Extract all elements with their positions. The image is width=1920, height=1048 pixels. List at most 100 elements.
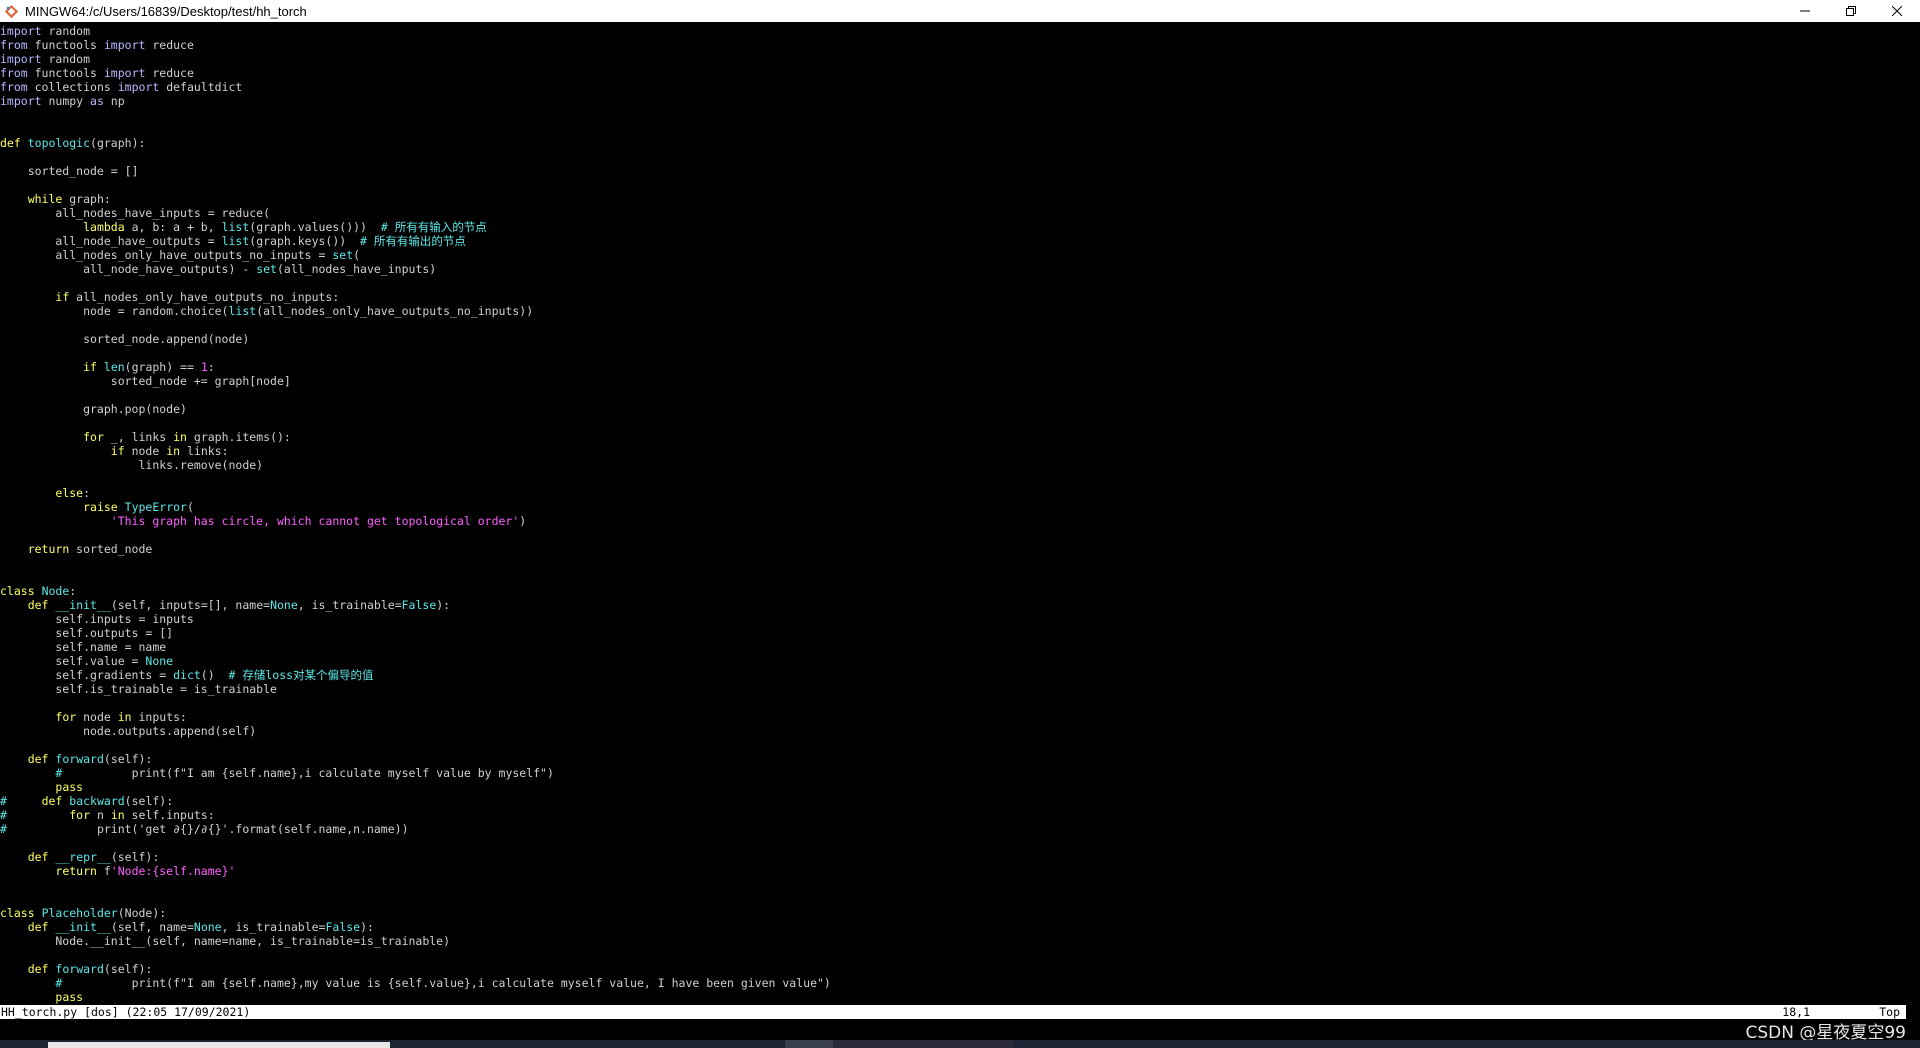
vim-editor-buffer[interactable]: import random from functools import reduc…: [0, 24, 1906, 1004]
code-line: self.gradients = dict() # 存储loss对某个偏导的值: [0, 668, 1906, 682]
code-token: n: [90, 808, 111, 822]
scrollbar[interactable]: [1906, 22, 1920, 1006]
code-token: 1: [200, 360, 208, 374]
code-line: # for n in self.inputs:: [0, 808, 1906, 822]
title-bar[interactable]: MINGW64:/c/Users/16839/Desktop/test/hh_t…: [0, 0, 1920, 22]
taskbar: [0, 1040, 1920, 1048]
code-line: ​: [0, 122, 1906, 136]
code-line: import numpy as np: [0, 94, 1906, 108]
code-token: list: [221, 220, 250, 234]
code-token: (self, inputs=[], name=: [110, 598, 271, 612]
code-token: graph.pop(node): [0, 402, 187, 416]
code-line: ​: [0, 346, 1906, 360]
code-line: raise TypeError(: [0, 500, 1906, 514]
taskbar-item[interactable]: [785, 1040, 833, 1048]
code-token: print(f"I am {self.name},my value is {se…: [62, 976, 831, 990]
code-token: (): [200, 668, 229, 682]
code-line: pass: [0, 990, 1906, 1004]
code-token: False: [325, 920, 361, 934]
minimize-button[interactable]: [1782, 0, 1828, 22]
close-button[interactable]: [1874, 0, 1920, 22]
code-token: from: [0, 66, 28, 80]
code-line: while graph:: [0, 192, 1906, 206]
mingw-app-icon: [4, 4, 19, 18]
code-token: forward: [55, 752, 104, 766]
code-token: from: [0, 38, 28, 52]
code-token: , is_trainable=: [221, 920, 326, 934]
code-token: in: [173, 430, 187, 444]
code-line: def __init__(self, inputs=[], name=None,…: [0, 598, 1906, 612]
code-token: # 存储loss对某个偏导的值: [228, 668, 374, 682]
code-line: ​: [0, 878, 1906, 892]
code-line: ​: [0, 738, 1906, 752]
code-line: ​: [0, 528, 1906, 542]
code-token: all_nodes_have_inputs = reduce(: [0, 206, 271, 220]
code-line: def topologic(graph):: [0, 136, 1906, 150]
code-token: lambda: [83, 220, 125, 234]
code-token: as: [90, 94, 104, 108]
code-token: np: [103, 94, 125, 108]
taskbar-item[interactable]: [833, 1040, 1013, 1048]
code-token: else: [55, 486, 84, 500]
code-token: in: [166, 444, 181, 458]
code-line: return f'Node:{self.name}': [0, 864, 1906, 878]
code-token: (self, name=: [110, 920, 194, 934]
code-line: def forward(self):: [0, 752, 1906, 766]
code-token: graph:: [62, 192, 111, 206]
code-token: False: [401, 598, 437, 612]
code-token: import: [117, 80, 160, 94]
code-token: , is_trainable=: [297, 598, 402, 612]
restore-button[interactable]: [1828, 0, 1874, 22]
code-line: ​: [0, 276, 1906, 290]
code-token: Placeholder: [41, 906, 118, 920]
taskbar-item[interactable]: [48, 1042, 390, 1048]
code-token: print(f"I am {self.name},i calculate mys…: [62, 766, 554, 780]
code-token: import: [103, 38, 146, 52]
code-token: f: [96, 864, 111, 878]
code-line: ​: [0, 836, 1906, 850]
code-line: Node.__init__(self, name=name, is_traina…: [0, 934, 1906, 948]
code-token: if: [83, 360, 97, 374]
code-token: functools: [27, 66, 104, 80]
code-line: self.inputs = inputs: [0, 612, 1906, 626]
code-line: self.outputs = []: [0, 626, 1906, 640]
vim-command-line[interactable]: [0, 1019, 1906, 1035]
code-line: if all_nodes_only_have_outputs_no_inputs…: [0, 290, 1906, 304]
code-line: node = random.choice(list(all_nodes_only…: [0, 304, 1906, 318]
code-token: self.gradients =: [0, 668, 174, 682]
code-token: reduce: [145, 66, 194, 80]
code-token: #: [0, 822, 7, 836]
code-token: sorted_node += graph[node]: [0, 374, 291, 388]
code-line: ​: [0, 388, 1906, 402]
code-token: :: [83, 486, 91, 500]
code-token: (: [353, 248, 361, 262]
code-token: def: [27, 598, 49, 612]
code-line: ​: [0, 416, 1906, 430]
code-line: self.is_trainable = is_trainable: [0, 682, 1906, 696]
code-token: set: [332, 248, 354, 262]
code-line: ​: [0, 472, 1906, 486]
code-token: for: [83, 430, 104, 444]
code-token: forward: [55, 962, 104, 976]
code-line: for _, links in graph.items():: [0, 430, 1906, 444]
code-token: random: [41, 24, 91, 38]
code-token: sorted_node = []: [0, 164, 139, 178]
code-line: sorted_node += graph[node]: [0, 374, 1906, 388]
code-token: (all_nodes_only_have_outputs_no_inputs)): [256, 304, 534, 318]
code-token: ):: [436, 598, 451, 612]
code-line: graph.pop(node): [0, 402, 1906, 416]
code-token: for: [69, 808, 91, 822]
code-line: def forward(self):: [0, 962, 1906, 976]
